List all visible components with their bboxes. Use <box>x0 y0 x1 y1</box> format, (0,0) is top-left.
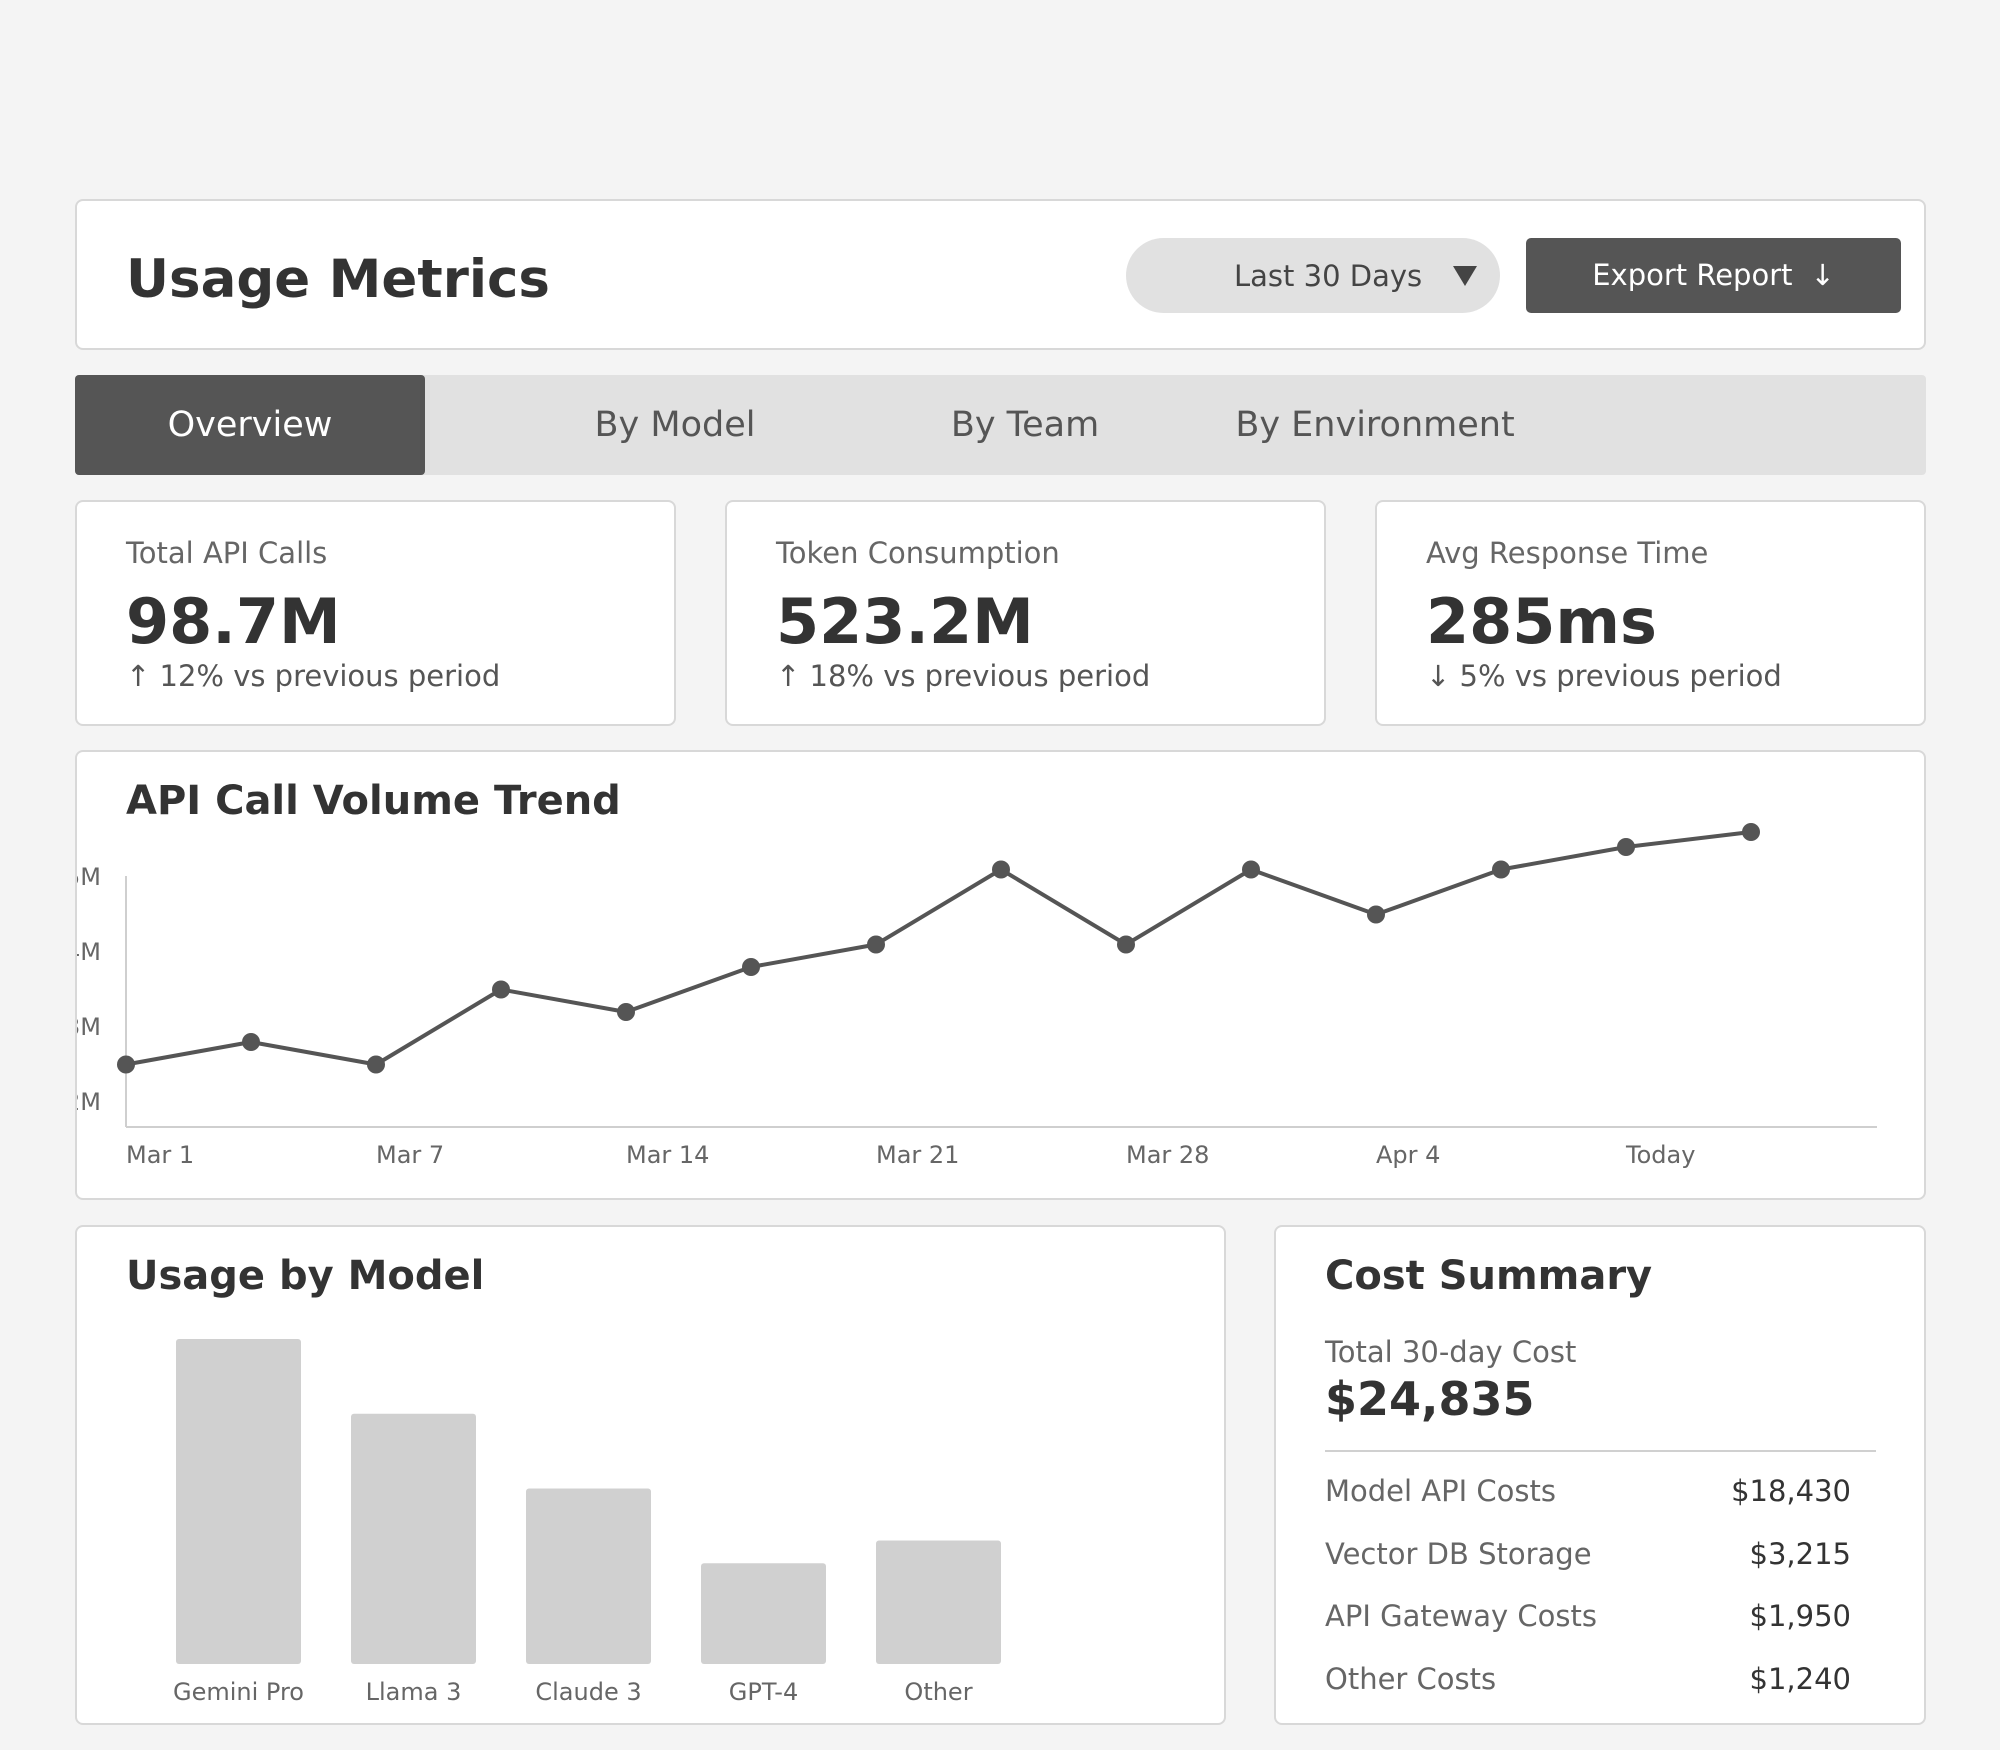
date-range-select[interactable]: Last 30 Days <box>1126 238 1500 313</box>
model-usage-chart: Gemini Pro Llama 3 Claude 3 GPT-4 Other <box>173 1339 1001 1706</box>
metric-label: Token Consumption <box>776 536 1060 570</box>
trend-data-point <box>1617 838 1635 856</box>
divider <box>1325 1450 1876 1452</box>
x-tick-label: Apr 4 <box>1376 1141 1440 1169</box>
page-title: Usage Metrics <box>126 249 550 310</box>
model-usage-title: Usage by Model <box>126 1253 485 1299</box>
trend-data-point <box>1367 905 1385 924</box>
cost-row: Other Costs $1,240 <box>1325 1662 1851 1696</box>
tab-by-environment[interactable]: By Environment <box>1175 375 1575 475</box>
y-tick-label: 5M <box>77 863 101 891</box>
bar-category-label: Gemini Pro <box>173 1678 304 1706</box>
bar <box>526 1488 651 1664</box>
bar <box>351 1413 476 1664</box>
cost-row-label: API Gateway Costs <box>1325 1599 1598 1633</box>
metric-change: ↓ 5% vs previous period <box>1426 659 1782 693</box>
metric-card-api-calls: Total API Calls 98.7M ↑ 12% vs previous … <box>75 500 676 726</box>
metric-label: Avg Response Time <box>1426 536 1709 570</box>
trend-data-point <box>617 1003 635 1021</box>
trend-data-point <box>1117 935 1135 954</box>
tab-by-team[interactable]: By Team <box>850 375 1200 475</box>
x-tick-label: Mar 7 <box>376 1141 444 1169</box>
cost-row: Vector DB Storage $3,215 <box>1325 1537 1851 1571</box>
metric-change: ↑ 12% vs previous period <box>126 659 501 693</box>
x-tick-label: Mar 28 <box>1126 1141 1209 1169</box>
cost-row-label: Model API Costs <box>1325 1474 1556 1508</box>
trend-chart-card: 2M 3M 4M 5M Mar 1 Mar 7 Mar 14 Mar 21 Mar 28 Apr … <box>75 750 1926 1200</box>
trend-data-point <box>367 1055 385 1074</box>
cost-row-value: $18,430 <box>1731 1474 1851 1508</box>
bar <box>701 1563 826 1664</box>
x-tick-label: Today <box>1625 1141 1695 1169</box>
bar-category-label: GPT-4 <box>729 1678 798 1706</box>
cost-row: Model API Costs $18,430 <box>1325 1474 1851 1508</box>
tab-bar: Overview By Model By Team By Environment <box>75 375 1926 475</box>
trend-data-point <box>1742 823 1760 841</box>
export-report-label: Export Report <box>1592 258 1793 292</box>
bar-category-label: Other <box>904 1678 972 1706</box>
bar-category-label: Llama 3 <box>366 1678 462 1706</box>
cost-row: API Gateway Costs $1,950 <box>1325 1599 1851 1633</box>
trend-data-point <box>242 1033 260 1051</box>
bar-category-label: Claude 3 <box>535 1678 641 1706</box>
y-tick-label: 4M <box>77 938 101 966</box>
metric-card-response-time: Avg Response Time 285ms ↓ 5% vs previous… <box>1375 500 1926 726</box>
export-report-button[interactable]: Export Report ↓ <box>1526 238 1901 313</box>
bar <box>176 1339 301 1664</box>
bar <box>876 1540 1001 1664</box>
trend-data-point <box>742 958 760 976</box>
trend-data-point <box>492 980 510 999</box>
x-tick-label: Mar 21 <box>876 1141 959 1169</box>
total-cost-label: Total 30-day Cost <box>1325 1335 1577 1369</box>
metric-value: 98.7M <box>126 585 341 658</box>
metric-change: ↑ 18% vs previous period <box>776 659 1151 693</box>
x-tick-label: Mar 1 <box>126 1141 194 1169</box>
date-range-label: Last 30 Days <box>1234 259 1423 293</box>
cost-row-value: $1,950 <box>1749 1599 1851 1633</box>
metric-value: 523.2M <box>776 585 1034 658</box>
metric-card-token-consumption: Token Consumption 523.2M ↑ 18% vs previo… <box>725 500 1326 726</box>
chevron-down-icon <box>1453 266 1477 286</box>
trend-chart-title: API Call Volume Trend <box>126 778 621 824</box>
x-tick-label: Mar 14 <box>626 1141 709 1169</box>
trend-data-point <box>867 935 885 954</box>
cost-row-value: $3,215 <box>1749 1537 1851 1571</box>
cost-row-label: Other Costs <box>1325 1662 1497 1696</box>
cost-summary-title: Cost Summary <box>1325 1253 1653 1299</box>
total-cost-value: $24,835 <box>1325 1372 1535 1426</box>
download-arrow-icon: ↓ <box>1810 258 1835 292</box>
metric-value: 285ms <box>1426 585 1657 658</box>
metric-label: Total API Calls <box>126 536 328 570</box>
cost-row-label: Vector DB Storage <box>1325 1537 1592 1571</box>
trend-data-point <box>1492 860 1510 879</box>
trend-data-point <box>992 860 1010 879</box>
tab-by-model[interactable]: By Model <box>500 375 850 475</box>
tab-overview[interactable]: Overview <box>75 375 425 475</box>
header-card: Usage Metrics Last 30 Days Export Report… <box>75 199 1926 350</box>
trend-data-point <box>117 1055 135 1074</box>
cost-row-value: $1,240 <box>1749 1662 1851 1696</box>
y-tick-label: 2M <box>77 1088 101 1116</box>
model-usage-card: Gemini Pro Llama 3 Claude 3 GPT-4 Other Usag… <box>75 1225 1226 1725</box>
trend-data-point <box>1242 860 1260 879</box>
cost-summary-card: Cost Summary Total 30-day Cost $24,835 M… <box>1274 1225 1926 1725</box>
y-tick-label: 3M <box>77 1013 101 1041</box>
